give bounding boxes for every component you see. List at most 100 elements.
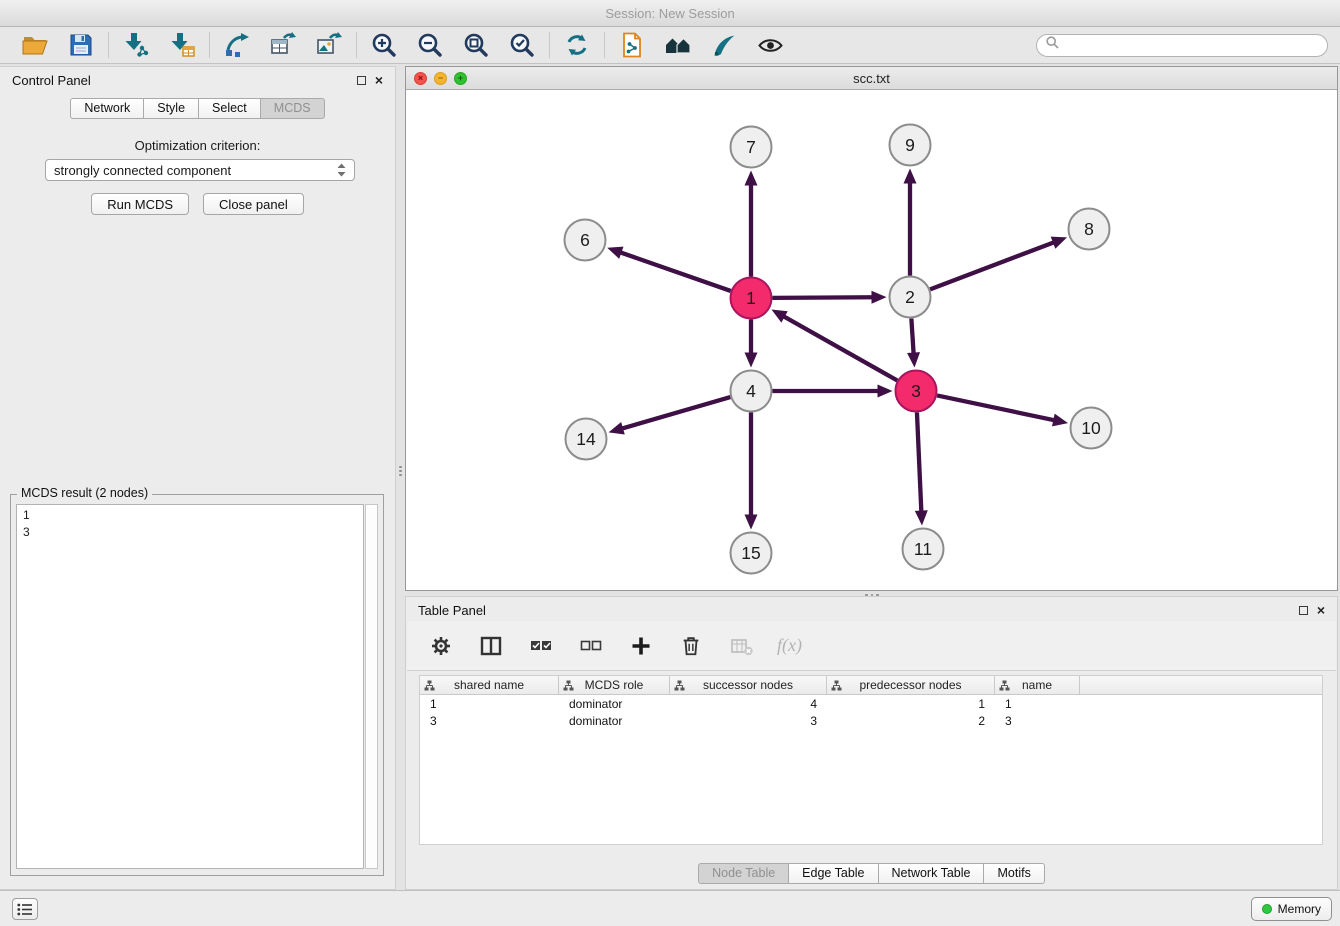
table-cell[interactable]: 3: [420, 714, 559, 728]
new-network-icon[interactable]: [223, 31, 251, 59]
export-image-icon[interactable]: [315, 31, 343, 59]
table-tab-network-table[interactable]: Network Table: [879, 863, 985, 884]
tab-network[interactable]: Network: [70, 98, 144, 119]
graph-edge-1-4[interactable]: [745, 320, 758, 368]
table-cell[interactable]: 2: [827, 714, 995, 728]
float-panel-icon[interactable]: [357, 76, 366, 85]
table-header-row: shared nameMCDS rolesuccessor nodesprede…: [420, 676, 1322, 695]
export-table-icon[interactable]: [269, 31, 297, 59]
graph-edge-1-2[interactable]: [772, 291, 886, 304]
tab-style[interactable]: Style: [144, 98, 199, 119]
save-session-icon[interactable]: [67, 31, 95, 59]
network-window-titlebar: × − + scc.txt: [406, 67, 1337, 90]
table-cell[interactable]: 1: [420, 697, 559, 711]
graph-node-1[interactable]: 1: [731, 278, 772, 319]
graph-node-10[interactable]: 10: [1071, 408, 1112, 449]
run-mcds-button[interactable]: Run MCDS: [91, 193, 189, 215]
criterion-value: strongly connected component: [54, 163, 231, 178]
column-header-shared-name[interactable]: shared name: [420, 676, 559, 694]
search-box[interactable]: [1036, 34, 1328, 57]
task-history-icon[interactable]: [12, 898, 38, 920]
search-input[interactable]: [1065, 38, 1318, 52]
float-table-panel-icon[interactable]: [1299, 606, 1308, 615]
window-minimize-icon[interactable]: −: [434, 72, 447, 85]
graph-node-9[interactable]: 9: [890, 125, 931, 166]
refresh-icon[interactable]: [563, 31, 591, 59]
column-header-successor-nodes[interactable]: successor nodes: [670, 676, 827, 694]
result-scrollbar[interactable]: [365, 504, 378, 869]
column-header-filler: [1080, 676, 1322, 694]
vertical-splitter[interactable]: [396, 66, 405, 890]
zoom-out-icon[interactable]: [416, 31, 444, 59]
graph-edge-4-15[interactable]: [745, 413, 758, 530]
add-column-icon[interactable]: [627, 632, 655, 660]
table-row[interactable]: 1dominator411: [420, 695, 1322, 712]
network-canvas[interactable]: 7 9 6 8 1 2 4 3 14 10 15 11: [406, 90, 1337, 590]
delete-row-trash-icon[interactable]: [677, 632, 705, 660]
open-file-icon[interactable]: [21, 31, 49, 59]
graph-node-11[interactable]: 11: [903, 529, 944, 570]
window-close-icon[interactable]: ×: [414, 72, 427, 85]
table-tab-motifs[interactable]: Motifs: [984, 863, 1044, 884]
graph-edge-4-14[interactable]: [609, 397, 731, 434]
criterion-select[interactable]: strongly connected component: [45, 159, 355, 181]
control-panel: Control Panel × NetworkStyleSelectMCDS O…: [0, 66, 396, 890]
export-web-document-icon[interactable]: [618, 31, 646, 59]
graph-edge-2-3[interactable]: [907, 318, 920, 367]
eye-icon[interactable]: [756, 31, 784, 59]
graph-node-3[interactable]: 3: [896, 371, 937, 412]
table-tab-edge-table[interactable]: Edge Table: [789, 863, 878, 884]
table-panel-title: Table Panel: [418, 603, 486, 618]
import-table-icon[interactable]: [168, 31, 196, 59]
graph-edge-1-7[interactable]: [745, 171, 758, 277]
table-row[interactable]: 3dominator323: [420, 712, 1322, 729]
table-cell[interactable]: dominator: [559, 714, 670, 728]
graph-node-label: 10: [1081, 418, 1101, 438]
column-tree-icon: [831, 680, 842, 694]
graph-node-7[interactable]: 7: [731, 127, 772, 168]
graph-node-8[interactable]: 8: [1069, 209, 1110, 250]
import-network-icon[interactable]: [122, 31, 150, 59]
graph-node-14[interactable]: 14: [566, 419, 607, 460]
zoom-fit-icon[interactable]: [462, 31, 490, 59]
control-panel-header: Control Panel ×: [0, 67, 395, 93]
close-panel-button[interactable]: Close panel: [203, 193, 304, 215]
window-zoom-icon[interactable]: +: [454, 72, 467, 85]
graph-edge-2-9[interactable]: [904, 169, 917, 276]
deselect-all-rows-icon[interactable]: [577, 632, 605, 660]
graph-node-label: 14: [576, 429, 596, 449]
main-toolbar: [0, 27, 1340, 64]
column-header-predecessor-nodes[interactable]: predecessor nodes: [827, 676, 995, 694]
column-header-MCDS-role[interactable]: MCDS role: [559, 676, 670, 694]
close-table-panel-icon[interactable]: ×: [1317, 605, 1325, 615]
memory-button[interactable]: Memory: [1251, 897, 1332, 921]
table-cell[interactable]: 3: [995, 714, 1080, 728]
table-cell[interactable]: 1: [827, 697, 995, 711]
table-cell[interactable]: 4: [670, 697, 827, 711]
style-brush-icon[interactable]: [710, 31, 738, 59]
table-cell[interactable]: dominator: [559, 697, 670, 711]
graph-edge-3-11[interactable]: [915, 412, 928, 525]
graph-edge-3-10[interactable]: [937, 395, 1068, 426]
graph-edge-2-8[interactable]: [930, 237, 1067, 290]
show-columns-icon[interactable]: [477, 632, 505, 660]
graph-node-2[interactable]: 2: [890, 277, 931, 318]
table-cell[interactable]: 1: [995, 697, 1080, 711]
graph-edge-3-1[interactable]: [771, 310, 897, 381]
graph-edge-1-6[interactable]: [607, 247, 731, 291]
close-panel-icon[interactable]: ×: [375, 75, 383, 85]
graph-node-15[interactable]: 15: [731, 533, 772, 574]
graph-edge-4-3[interactable]: [773, 385, 893, 398]
tab-select[interactable]: Select: [199, 98, 261, 119]
graph-node-4[interactable]: 4: [731, 371, 772, 412]
table-tab-node-table[interactable]: Node Table: [698, 863, 789, 884]
table-settings-gear-icon[interactable]: [427, 632, 455, 660]
table-cell[interactable]: 3: [670, 714, 827, 728]
column-header-name[interactable]: name: [995, 676, 1080, 694]
zoom-in-icon[interactable]: [370, 31, 398, 59]
zoom-selected-icon[interactable]: [508, 31, 536, 59]
graph-node-6[interactable]: 6: [565, 220, 606, 261]
tab-mcds[interactable]: MCDS: [261, 98, 325, 119]
select-all-rows-icon[interactable]: [527, 632, 555, 660]
first-neighbors-icon[interactable]: [664, 31, 692, 59]
